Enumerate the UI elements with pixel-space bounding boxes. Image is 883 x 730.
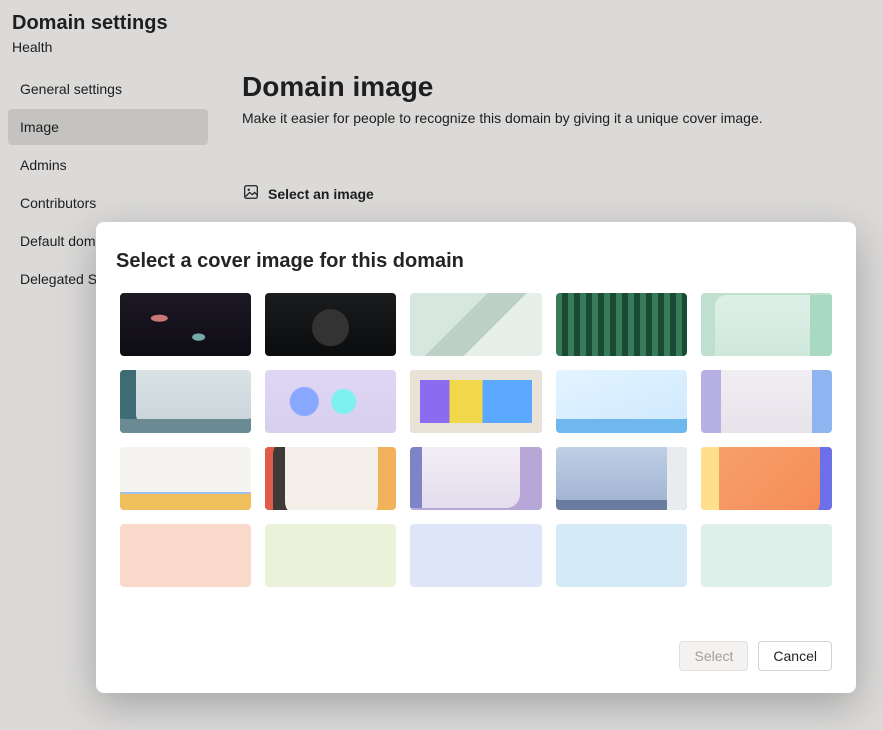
cover-image-option-abstract-lavender-shapes[interactable] <box>701 370 832 433</box>
cover-image-dialog: Select a cover image for this domain Sel… <box>96 222 856 693</box>
cover-image-option-phone-apps[interactable] <box>410 370 541 433</box>
select-button: Select <box>679 641 748 671</box>
image-grid <box>120 293 832 587</box>
dialog-title: Select a cover image for this domain <box>116 250 832 273</box>
cover-image-option-desk-monitor[interactable] <box>265 447 396 510</box>
cover-image-option-orange-render[interactable] <box>701 447 832 510</box>
cover-image-option-spreadsheet-dark[interactable] <box>556 293 687 356</box>
cover-swatch-option[interactable] <box>701 524 832 587</box>
cover-image-option-abstract-landscape[interactable] <box>556 447 687 510</box>
cover-image-option-teal-cubes[interactable] <box>120 370 251 433</box>
cover-image-option-glass-cubes[interactable] <box>265 370 396 433</box>
cover-swatch-option[interactable] <box>120 524 251 587</box>
cover-swatch-option[interactable] <box>265 524 396 587</box>
cover-swatch-option[interactable] <box>410 524 541 587</box>
cover-image-option-abstract-green-tiles[interactable] <box>410 293 541 356</box>
cover-image-option-card-stack-blue[interactable] <box>556 370 687 433</box>
cover-image-option-notebook-mint[interactable] <box>701 293 832 356</box>
cover-image-option-paper-stack-colors[interactable] <box>120 447 251 510</box>
cover-image-option-code-editor-dark[interactable] <box>120 293 251 356</box>
cover-image-option-laptop-pastel[interactable] <box>410 447 541 510</box>
dialog-footer: Select Cancel <box>120 641 832 671</box>
cover-image-option-device-dark[interactable] <box>265 293 396 356</box>
cancel-button[interactable]: Cancel <box>758 641 832 671</box>
modal-overlay: Select a cover image for this domain Sel… <box>0 0 883 730</box>
cover-swatch-option[interactable] <box>556 524 687 587</box>
